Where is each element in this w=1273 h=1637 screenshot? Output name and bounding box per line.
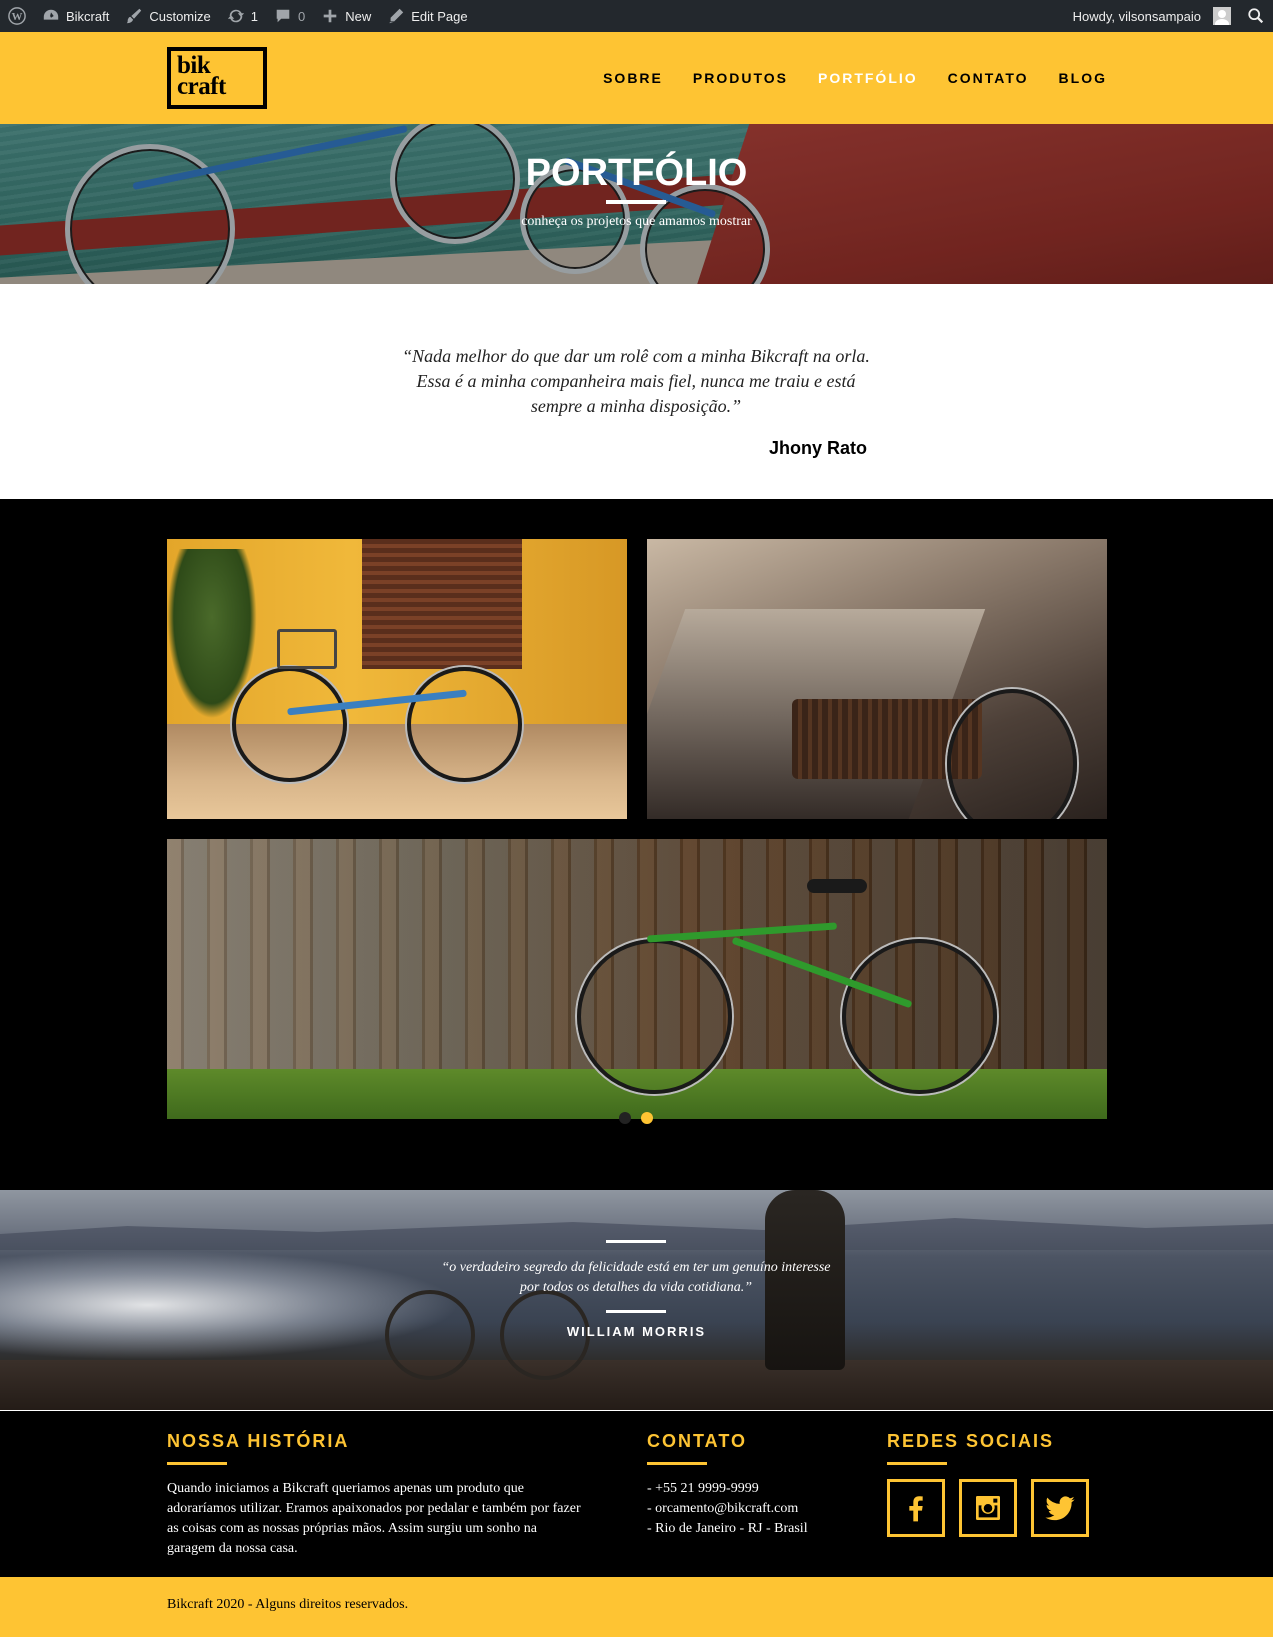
site-header: bik craft SOBRE PRODUTOS PORTFÓLIO CONTA… xyxy=(0,32,1273,124)
footer-social-title: REDES SOCIAIS xyxy=(887,1431,1055,1451)
updates-count: 1 xyxy=(250,8,258,24)
logo-line-2: craft xyxy=(177,73,226,100)
banner-quote-author: WILLIAM MORRIS xyxy=(566,1324,707,1339)
contact-email: - orcamento@bikcraft.com xyxy=(647,1501,799,1516)
footer-title-bar xyxy=(647,1462,707,1465)
user-avatar xyxy=(1213,7,1231,25)
site-name-link[interactable]: Bikcraft xyxy=(34,0,117,32)
howdy-label: Howdy, vilsonsampaio xyxy=(1072,8,1201,24)
site-logo[interactable]: bik craft xyxy=(167,47,267,109)
footer-social: REDES SOCIAIS xyxy=(887,1431,1117,1537)
edit-page-link[interactable]: Edit Page xyxy=(379,0,475,32)
svg-text:W: W xyxy=(12,11,23,23)
photo-shutter xyxy=(362,539,522,669)
admin-search-button[interactable] xyxy=(1239,0,1273,32)
my-account-link[interactable]: Howdy, vilsonsampaio xyxy=(1065,0,1239,32)
footer-history-title: NOSSA HISTÓRIA xyxy=(167,1431,350,1451)
page-hero: PORTFÓLIO conheça os projetos que amamos… xyxy=(0,124,1273,284)
bike-wheel xyxy=(577,939,732,1094)
banner-ground xyxy=(0,1360,1273,1410)
copyright-bar: Bikcraft 2020 - Alguns direitos reservad… xyxy=(0,1577,1273,1637)
site-name-label: Bikcraft xyxy=(66,8,110,24)
twitter-icon xyxy=(1045,1496,1075,1521)
comments-link[interactable]: 0 xyxy=(266,0,313,32)
nav-item-contato[interactable]: CONTATO xyxy=(948,70,1029,86)
hero-overlay xyxy=(0,124,1273,284)
social-links xyxy=(887,1479,1117,1537)
customize-label: Customize xyxy=(149,8,211,24)
page-title: PORTFÓLIO xyxy=(525,152,748,194)
plus-icon xyxy=(323,9,337,23)
updates-link[interactable]: 1 xyxy=(219,0,266,32)
quote-divider-top xyxy=(606,1240,666,1243)
portfolio-photo-street-bike[interactable] xyxy=(647,539,1107,819)
comment-bubble-icon xyxy=(276,9,290,23)
slider-dot-2[interactable] xyxy=(641,1112,653,1124)
quote-divider-bottom xyxy=(606,1310,666,1313)
nav-item-produtos[interactable]: PRODUTOS xyxy=(693,70,788,86)
footer-title-bar xyxy=(887,1462,947,1465)
testimonial-author: Jhony Rato xyxy=(768,438,867,458)
copyright-text: Bikcraft 2020 - Alguns direitos reservad… xyxy=(167,1597,409,1612)
main-nav: SOBRE PRODUTOS PORTFÓLIO CONTATO BLOG xyxy=(603,32,1107,124)
facebook-icon xyxy=(909,1496,923,1522)
comments-count: 0 xyxy=(298,8,306,24)
portfolio-gallery xyxy=(0,499,1273,1190)
slider-dot-1[interactable] xyxy=(619,1112,631,1124)
testimonial-quote: “Nada melhor do que dar um rolê com a mi… xyxy=(402,346,870,416)
bike-wheel xyxy=(232,667,347,782)
edit-page-label: Edit Page xyxy=(411,8,468,24)
footer-contact: CONTATO - +55 21 9999-9999 - orcamento@b… xyxy=(647,1431,867,1539)
footer-contact-title: CONTATO xyxy=(647,1431,747,1451)
search-icon xyxy=(1248,8,1264,24)
page-subtitle: conheça os projetos que amamos mostrar xyxy=(521,214,752,229)
bike-basket xyxy=(277,629,337,669)
instagram-link[interactable] xyxy=(959,1479,1017,1537)
contact-phone: - +55 21 9999-9999 xyxy=(647,1481,759,1496)
nav-item-blog[interactable]: BLOG xyxy=(1059,70,1107,86)
instagram-icon xyxy=(976,1496,1000,1520)
bike-saddle xyxy=(807,879,867,893)
footer-history-text: Quando iniciamos a Bikcraft queriamos ap… xyxy=(167,1481,581,1556)
quote-banner: “o verdadeiro segredo da felicidade está… xyxy=(0,1190,1273,1410)
dashboard-gauge-icon xyxy=(43,9,59,20)
portfolio-photo-blue-bike[interactable] xyxy=(167,539,627,819)
bike-wheel xyxy=(947,689,1077,819)
facebook-link[interactable] xyxy=(887,1479,945,1537)
nav-item-portfolio[interactable]: PORTFÓLIO xyxy=(818,70,918,86)
bike-wheel xyxy=(842,939,997,1094)
new-content-link[interactable]: New xyxy=(313,0,379,32)
new-label: New xyxy=(345,8,372,24)
nav-item-sobre[interactable]: SOBRE xyxy=(603,70,663,86)
wordpress-logo-icon[interactable]: W xyxy=(0,0,34,32)
slider-pagination xyxy=(619,1112,653,1124)
banner-quote: “o verdadeiro segredo da felicidade está… xyxy=(441,1260,831,1295)
pencil-icon xyxy=(389,8,404,24)
title-divider xyxy=(606,200,666,204)
contact-location: - Rio de Janeiro - RJ - Brasil xyxy=(647,1521,808,1536)
customize-link[interactable]: Customize xyxy=(117,0,218,32)
paintbrush-icon xyxy=(127,8,142,24)
site-footer: NOSSA HISTÓRIA Quando iniciamos a Bikcra… xyxy=(0,1411,1273,1577)
wp-admin-bar: W Bikcraft Customize 1 0 New Edit Page H… xyxy=(0,0,1273,32)
footer-history: NOSSA HISTÓRIA Quando iniciamos a Bikcra… xyxy=(167,1431,587,1559)
twitter-link[interactable] xyxy=(1031,1479,1089,1537)
bike-wheel xyxy=(407,667,522,782)
banner-hills xyxy=(0,1218,1273,1250)
footer-title-bar xyxy=(167,1462,227,1465)
footer-contact-list: - +55 21 9999-9999 - orcamento@bikcraft.… xyxy=(647,1479,867,1539)
portfolio-photo-green-bike[interactable] xyxy=(167,839,1107,1119)
refresh-icon xyxy=(227,9,244,23)
